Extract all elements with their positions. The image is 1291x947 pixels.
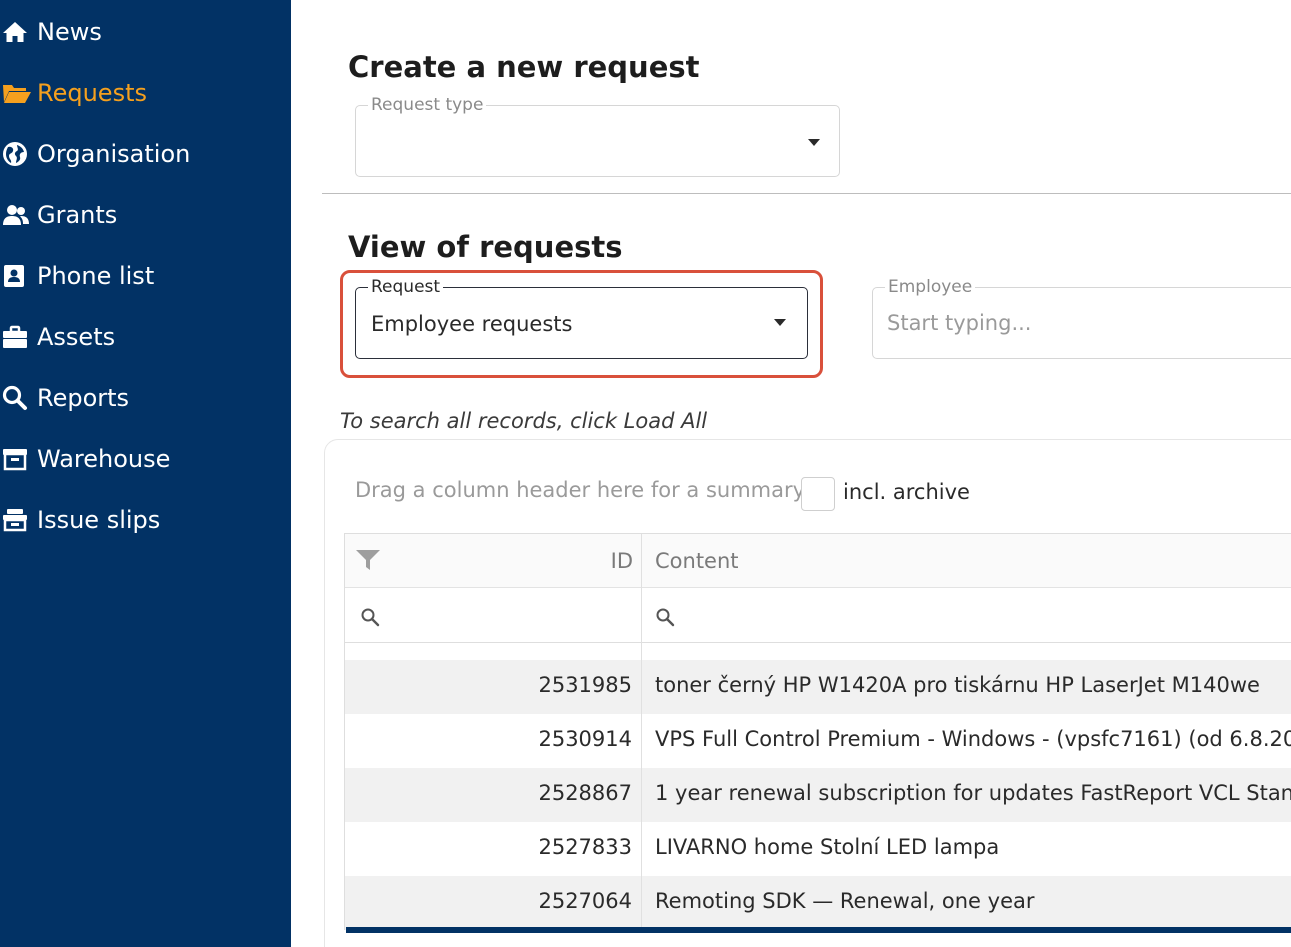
- cell-separator: [641, 876, 642, 930]
- sidebar-item-label: Warehouse: [37, 445, 171, 473]
- search-icon: [0, 378, 32, 418]
- globe-icon: [0, 134, 32, 174]
- column-header-id[interactable]: ID: [611, 549, 633, 573]
- sidebar-item-news[interactable]: News: [0, 12, 102, 52]
- caret-down-icon: [774, 319, 786, 326]
- sidebar-item-label: Phone list: [37, 262, 155, 290]
- cell-id: 2528867: [538, 781, 632, 805]
- header-row: ID Content: [345, 534, 1291, 588]
- table-row-partial: [344, 643, 1291, 660]
- filter-funnel-icon[interactable]: [355, 548, 381, 576]
- cell-id: 2527064: [538, 889, 632, 913]
- request-filter-select[interactable]: Request Employee requests: [355, 277, 808, 359]
- tray-icon: [0, 500, 32, 540]
- users-icon: [0, 195, 32, 235]
- sidebar-item-requests[interactable]: Requests: [0, 73, 147, 113]
- table-row[interactable]: 2527833 LIVARNO home Stolní LED lampa: [344, 822, 1291, 876]
- create-request-title: Create a new request: [348, 50, 700, 84]
- address-book-icon: [0, 256, 32, 296]
- column-separator: [641, 534, 642, 588]
- request-filter-label: Request: [368, 277, 444, 297]
- group-panel-hint: Drag a column header here for a summary.: [355, 478, 809, 502]
- sidebar-item-reports[interactable]: Reports: [0, 378, 129, 418]
- table-row[interactable]: 2527064 Remoting SDK — Renewal, one year: [344, 876, 1291, 930]
- sidebar-item-label: News: [37, 18, 102, 46]
- employee-label: Employee: [885, 277, 976, 297]
- cell-content: Remoting SDK — Renewal, one year: [655, 889, 1035, 913]
- sidebar-item-phone-list[interactable]: Phone list: [0, 256, 154, 296]
- cell-content: toner černý HP W1420A pro tiskárnu HP La…: [655, 673, 1260, 697]
- main-content: Create a new request Request type View o…: [291, 0, 1291, 947]
- sidebar-item-issue-slips[interactable]: Issue slips: [0, 500, 160, 540]
- request-type-label: Request type: [368, 95, 487, 115]
- sidebar-item-assets[interactable]: Assets: [0, 317, 115, 357]
- view-requests-title: View of requests: [348, 230, 623, 264]
- cell-separator: [641, 822, 642, 876]
- selected-row-indicator: [346, 927, 1291, 933]
- sidebar-item-label: Reports: [37, 384, 130, 412]
- sidebar-item-warehouse[interactable]: Warehouse: [0, 439, 170, 479]
- include-archive-checkbox[interactable]: [801, 477, 835, 511]
- cell-separator: [641, 660, 642, 714]
- cell-id: 2531985: [538, 673, 632, 697]
- load-all-hint: To search all records, click Load All: [340, 409, 708, 433]
- include-archive-label[interactable]: incl. archive: [843, 480, 970, 504]
- cell-id: 2530914: [538, 727, 632, 751]
- section-divider: [322, 193, 1291, 194]
- warehouse-box-icon: [0, 439, 32, 479]
- sidebar-item-label: Organisation: [37, 140, 191, 168]
- column-header-content[interactable]: Content: [655, 549, 739, 573]
- table-row[interactable]: 2530914 VPS Full Control Premium - Windo…: [344, 714, 1291, 768]
- folder-open-icon: [0, 73, 32, 113]
- request-filter-value: Employee requests: [371, 312, 573, 336]
- cell-separator: [641, 768, 642, 822]
- filter-content-search-icon[interactable]: [655, 607, 675, 631]
- table-row[interactable]: 2528867 1 year renewal subscription for …: [344, 768, 1291, 822]
- sidebar-item-label: Requests: [37, 79, 147, 107]
- home-icon: [0, 12, 32, 52]
- column-separator: [641, 588, 642, 643]
- employee-input[interactable]: Employee Start typing...: [872, 277, 1291, 359]
- table-row[interactable]: 2531985 toner černý HP W1420A pro tiskár…: [344, 660, 1291, 714]
- sidebar-item-label: Issue slips: [37, 506, 161, 534]
- sidebar-item-label: Assets: [37, 323, 116, 351]
- sidebar-item-grants[interactable]: Grants: [0, 195, 117, 235]
- cell-separator: [641, 714, 642, 768]
- sidebar-item-organisation[interactable]: Organisation: [0, 134, 190, 174]
- cell-id: 2527833: [538, 835, 632, 859]
- employee-placeholder: Start typing...: [887, 311, 1032, 335]
- cell-content: LIVARNO home Stolní LED lampa: [655, 835, 1000, 859]
- sidebar-item-label: Grants: [37, 201, 118, 229]
- request-type-select[interactable]: Request type: [355, 95, 840, 177]
- filter-id-search-icon[interactable]: [360, 607, 380, 631]
- caret-down-icon: [808, 139, 820, 146]
- briefcase-icon: [0, 317, 32, 357]
- cell-content: 1 year renewal subscription for updates …: [655, 781, 1291, 805]
- cell-separator: [641, 643, 642, 660]
- filter-row: [345, 588, 1291, 643]
- cell-content: VPS Full Control Premium - Windows - (vp…: [655, 727, 1291, 751]
- sidebar: News Requests Organisation Grants Phone …: [0, 0, 291, 947]
- table-header: ID Content: [344, 533, 1291, 643]
